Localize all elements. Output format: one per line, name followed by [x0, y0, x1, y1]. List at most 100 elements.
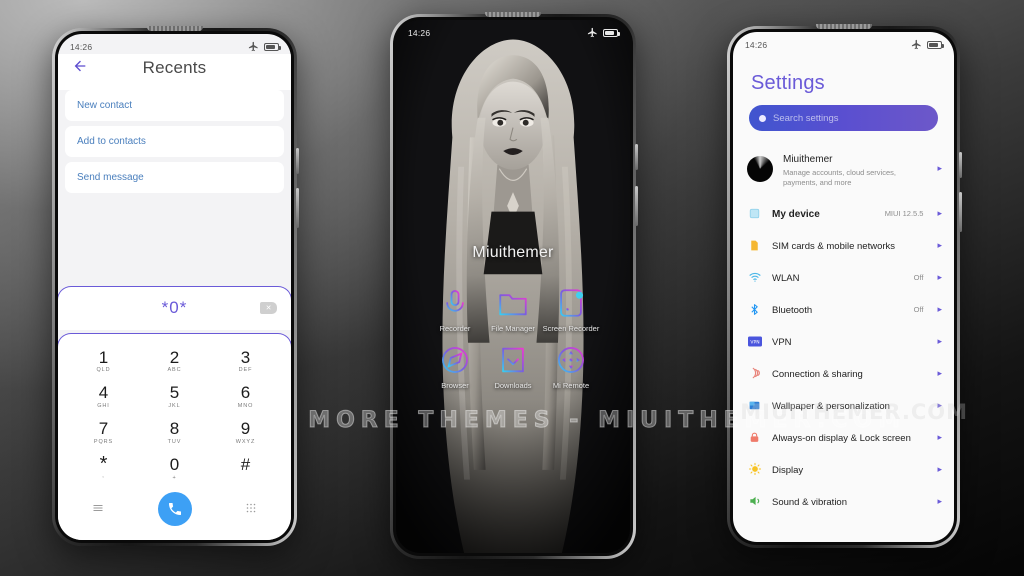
search-placeholder: Search settings [773, 112, 839, 124]
status-icons [248, 41, 281, 52]
dialpad-key[interactable]: 3 DEF [210, 344, 281, 380]
dialpad-key[interactable]: 5 JKL [139, 379, 210, 415]
dialpad-key[interactable]: 0 + [139, 451, 210, 487]
key-digit: 6 [240, 383, 251, 403]
app-label: File Manager [491, 324, 535, 333]
menu-item-label: Add to contacts [77, 136, 146, 147]
dialpad-key[interactable]: 4 GHI [68, 379, 139, 415]
key-digit: 2 [169, 347, 180, 367]
airplane-icon [911, 39, 921, 50]
dialpad-key[interactable]: 8 TUV [139, 415, 210, 451]
dialpad-key[interactable]: 6 MNO [210, 379, 281, 415]
app-mi-remote[interactable]: Mi Remote [542, 343, 600, 390]
keypad-icon[interactable] [245, 502, 257, 517]
key-letters: GHI [97, 403, 110, 410]
menu-item-label: Send message [77, 172, 144, 183]
key-digit: 0 [169, 455, 180, 475]
dialpad-key[interactable]: 9 WXYZ [210, 415, 281, 451]
status-icons [911, 39, 944, 50]
settings-row-wallpaper[interactable]: Wallpaper & personalization ▸ [733, 389, 954, 421]
search-input[interactable]: Search settings [749, 105, 938, 131]
chevron-right-icon: ▸ [937, 207, 942, 218]
bluetooth-icon [747, 303, 762, 316]
battery-icon [927, 40, 944, 49]
settings-row-display[interactable]: Display ▸ [733, 453, 954, 485]
menu-item-add-to-contacts[interactable]: Add to contacts [65, 126, 284, 157]
back-arrow-icon[interactable] [72, 58, 92, 78]
recents-header: Recents [58, 54, 291, 90]
dialed-number-field[interactable]: *0* ✕ [58, 285, 291, 330]
call-button[interactable] [157, 492, 192, 526]
chevron-right-icon: ▸ [937, 495, 942, 506]
settings-row-connection-sharing[interactable]: Connection & sharing ▸ [733, 357, 954, 389]
menu-item-send-message[interactable]: Send message [65, 162, 284, 193]
key-digit: 7 [98, 419, 109, 439]
settings-row-value: MIUI 12.5.5 [884, 208, 924, 218]
status-bar: 14:26 [733, 32, 954, 52]
dialpad-keys: 1 QLD 2 ABC 3 DEF 4 GHI 5 JKL 6 MNO 7 PQRS 8 TUV… [68, 344, 281, 487]
settings-row-text: Always-on display & Lock screen [772, 428, 913, 446]
dialer-empty-space [58, 198, 291, 286]
backspace-icon[interactable]: ✕ [260, 302, 277, 315]
settings-row-account[interactable]: Miuithemer Manage accounts, cloud servic… [733, 141, 954, 197]
dialer-action-bar [68, 487, 281, 540]
settings-row-text: Connection & sharing [772, 364, 913, 382]
app-file-manager[interactable]: File Manager [484, 286, 542, 333]
settings-row-bluetooth[interactable]: Bluetooth Off ▸ [733, 293, 954, 325]
settings-row-aod-lock-screen[interactable]: Always-on display & Lock screen ▸ [733, 421, 954, 453]
battery-icon [264, 42, 281, 51]
svg-text:VPN: VPN [750, 339, 759, 345]
airplane-icon [248, 41, 258, 52]
home-content: 14:26 Miuithemer Recorder File Manager S… [396, 20, 630, 553]
dialpad-key[interactable]: 2 ABC [139, 344, 210, 380]
key-letters: PQRS [93, 439, 114, 446]
key-letters: DEF [238, 367, 253, 374]
vpn-icon: VPN [747, 336, 762, 347]
app-screen-recorder[interactable]: Screen Recorder [542, 286, 600, 333]
settings-row-label: Bluetooth [772, 305, 813, 317]
power-button[interactable] [635, 186, 638, 226]
app-browser[interactable]: Browser [426, 343, 484, 390]
volume-button[interactable] [296, 148, 299, 174]
list-icon[interactable] [92, 502, 104, 517]
home-screen: 14:26 Miuithemer Recorder File Manager S… [396, 20, 630, 553]
settings-screen: 14:26 Settings Search settings Miuitheme… [733, 32, 954, 542]
settings-row-label: Display [772, 465, 804, 477]
dialpad-key[interactable]: *, [68, 451, 139, 487]
settings-row-label: WLAN [772, 273, 800, 285]
dialpad-key[interactable]: 7 PQRS [68, 415, 139, 451]
account-name: Miuithemer [783, 154, 833, 165]
phone-bezel: 14:26 Miuithemer Recorder File Manager S… [393, 12, 638, 556]
airplane-icon [587, 27, 597, 38]
volume-button[interactable] [959, 152, 962, 178]
power-button[interactable] [959, 192, 962, 232]
volume-button[interactable] [635, 144, 638, 170]
settings-row-text: VPN [772, 332, 913, 350]
speaker-icon [747, 494, 762, 508]
menu-item-new-contact[interactable]: New contact [65, 90, 284, 121]
power-button[interactable] [296, 188, 299, 228]
settings-row-value: Off [913, 272, 924, 282]
status-bar: 14:26 [396, 20, 630, 40]
settings-row-sound-vibration[interactable]: Sound & vibration ▸ [733, 485, 954, 517]
settings-row-label: SIM cards & mobile networks [772, 241, 896, 253]
front-camera-speaker [146, 26, 203, 31]
chevron-right-icon: ▸ [937, 303, 942, 314]
app-recorder[interactable]: Recorder [426, 286, 484, 333]
phone-bezel: 14:26 Recents New contact Add to contact… [55, 26, 299, 543]
settings-row-wlan[interactable]: WLAN Off ▸ [733, 261, 954, 293]
settings-row-sim-cards[interactable]: SIM cards & mobile networks ▸ [733, 229, 954, 261]
settings-row-vpn[interactable]: VPN VPN ▸ [733, 325, 954, 357]
dialpad-key[interactable]: # [210, 451, 281, 487]
settings-row-my-device[interactable]: My device MIUI 12.5.5 ▸ [733, 197, 954, 229]
dialpad-key[interactable]: 1 QLD [68, 344, 139, 380]
key-digit: 9 [240, 419, 251, 439]
menu-item-label: New contact [77, 100, 133, 111]
app-downloads[interactable]: Downloads [484, 343, 542, 390]
wifi-icon [747, 270, 762, 284]
key-digit: 5 [169, 383, 180, 403]
key-digit: * [99, 453, 108, 476]
app-label: Mi Remote [552, 381, 590, 391]
settings-row-label: Sound & vibration [772, 497, 847, 509]
page-title: Recents [142, 58, 207, 77]
